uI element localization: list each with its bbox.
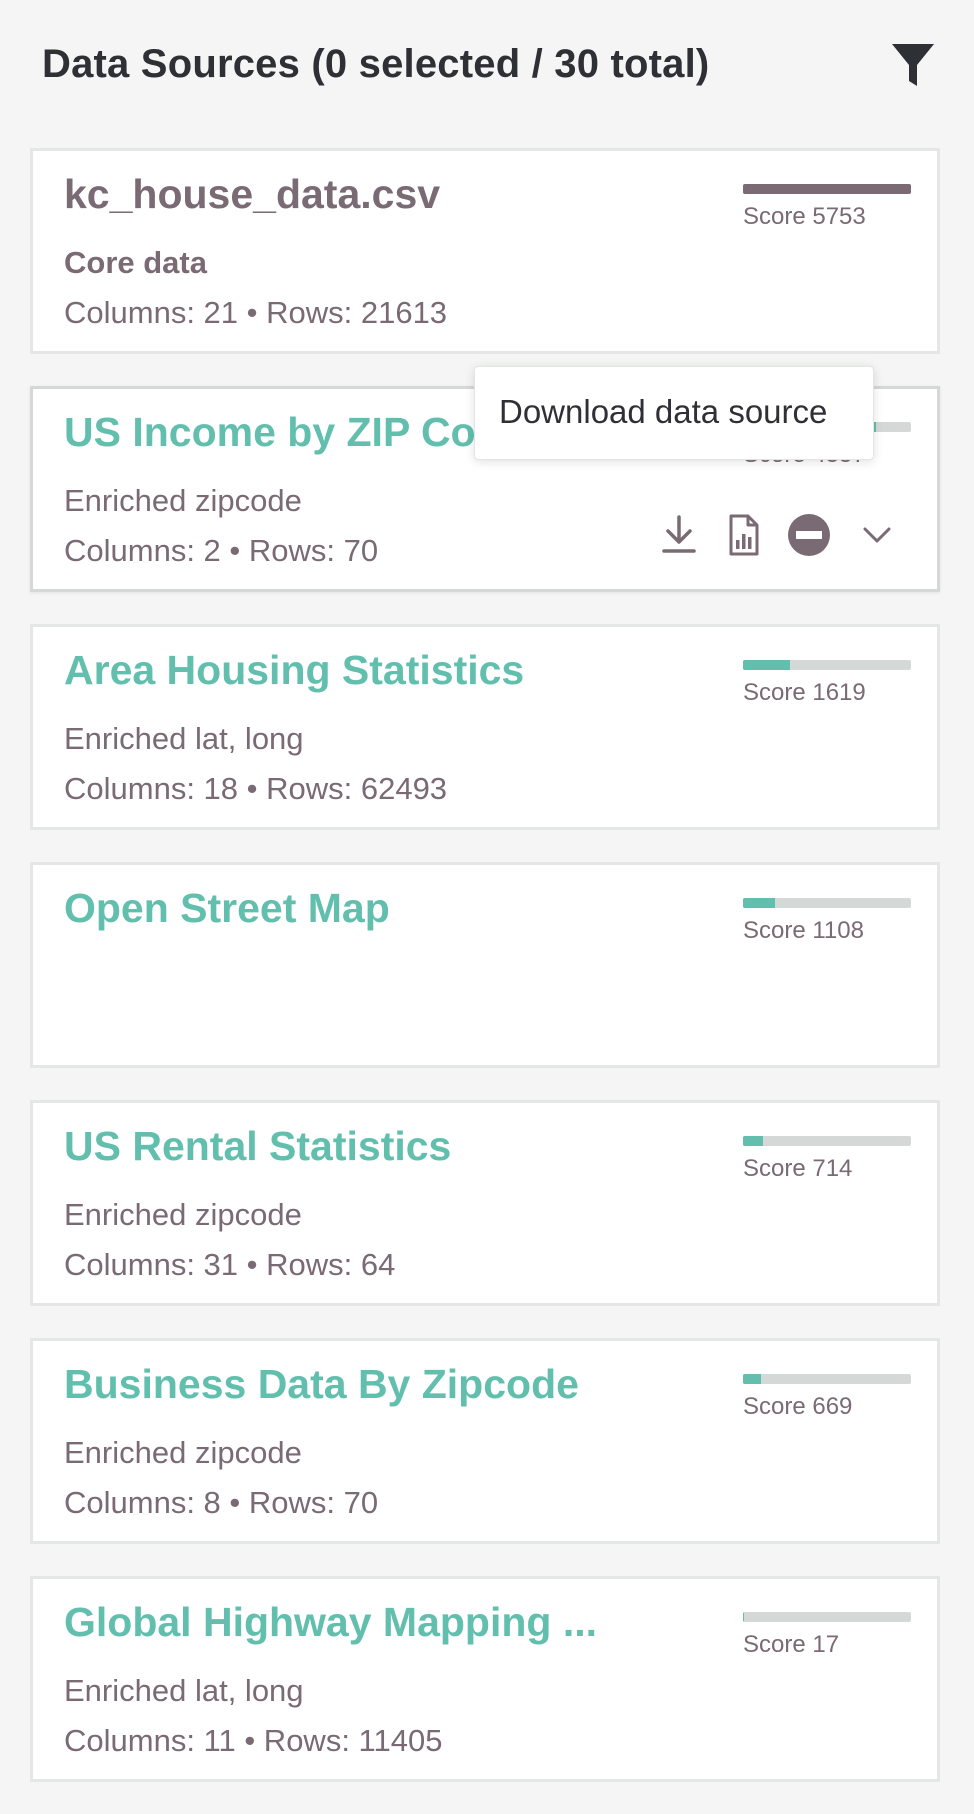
score-bar <box>743 184 911 194</box>
panel-header: Data Sources (0 selected / 30 total) <box>0 0 974 132</box>
score-label: Score 1108 <box>743 917 864 944</box>
score-bar-fill <box>743 660 791 670</box>
data-source-title[interactable]: Area Housing Statistics <box>64 647 524 694</box>
data-source-meta: Columns: 11 • Rows: 11405 <box>64 1723 443 1758</box>
report-button[interactable] <box>719 511 767 559</box>
tooltip-text: Download data source <box>499 393 828 430</box>
data-source-card[interactable]: US Rental Statistics Enriched zipcode Co… <box>30 1100 940 1306</box>
data-source-type: Core data <box>64 245 207 280</box>
data-source-meta: Columns: 2 • Rows: 70 <box>64 533 379 568</box>
score-bar <box>743 1136 911 1146</box>
score-bar-fill <box>743 1612 744 1622</box>
filter-button[interactable] <box>888 40 938 90</box>
data-source-type: Enriched lat, long <box>64 1673 304 1708</box>
data-source-type: Enriched lat, long <box>64 721 304 756</box>
remove-icon <box>788 514 830 556</box>
data-source-card[interactable]: Global Highway Mapping ... Enriched lat,… <box>30 1576 940 1782</box>
data-source-type: Enriched zipcode <box>64 1435 302 1470</box>
data-source-meta: Columns: 21 • Rows: 21613 <box>64 295 448 330</box>
score-bar-fill <box>743 1136 764 1146</box>
data-source-card[interactable]: Business Data By Zipcode Enriched zipcod… <box>30 1338 940 1544</box>
download-button[interactable] <box>655 511 703 559</box>
panel-title: Data Sources (0 selected / 30 total) <box>42 42 710 86</box>
data-source-card[interactable]: Area Housing Statistics Enriched lat, lo… <box>30 624 940 830</box>
data-source-card[interactable]: kc_house_data.csv Core data Columns: 21 … <box>30 148 940 354</box>
data-source-title[interactable]: US Rental Statistics <box>64 1123 451 1170</box>
card-actions <box>655 511 915 559</box>
score-label: Score 5753 <box>743 203 866 230</box>
score-bar-fill <box>743 898 775 908</box>
expand-button[interactable] <box>853 511 901 559</box>
data-source-card[interactable]: Open Street Map Score 1108 <box>30 862 940 1068</box>
data-source-title[interactable]: Business Data By Zipcode <box>64 1361 579 1408</box>
report-icon <box>729 514 759 556</box>
remove-button[interactable] <box>785 511 833 559</box>
data-source-type: Enriched zipcode <box>64 1197 302 1232</box>
score-label: Score 714 <box>743 1155 853 1182</box>
score-bar <box>743 1374 911 1384</box>
score-bar <box>743 898 911 908</box>
data-source-title[interactable]: US Income by ZIP Code <box>64 409 523 456</box>
score-bar-fill <box>743 184 911 194</box>
score-label: Score 669 <box>743 1393 853 1420</box>
data-source-meta: Columns: 31 • Rows: 64 <box>64 1247 396 1282</box>
data-source-meta: Columns: 8 • Rows: 70 <box>64 1485 379 1520</box>
data-source-title[interactable]: kc_house_data.csv <box>64 171 440 218</box>
download-icon <box>662 515 696 553</box>
data-source-title[interactable]: Global Highway Mapping ... <box>64 1599 597 1646</box>
chevron-down-icon <box>863 527 891 543</box>
score-bar <box>743 660 911 670</box>
data-source-type: Enriched zipcode <box>64 483 302 518</box>
score-label: Score 1619 <box>743 679 866 706</box>
data-source-meta: Columns: 18 • Rows: 62493 <box>64 771 448 806</box>
score-label: Score 17 <box>743 1631 840 1658</box>
download-tooltip: Download data source <box>474 366 874 460</box>
score-bar-fill <box>743 1374 762 1384</box>
filter-icon <box>892 44 934 86</box>
score-bar <box>743 1612 911 1622</box>
data-source-title[interactable]: Open Street Map <box>64 885 390 932</box>
